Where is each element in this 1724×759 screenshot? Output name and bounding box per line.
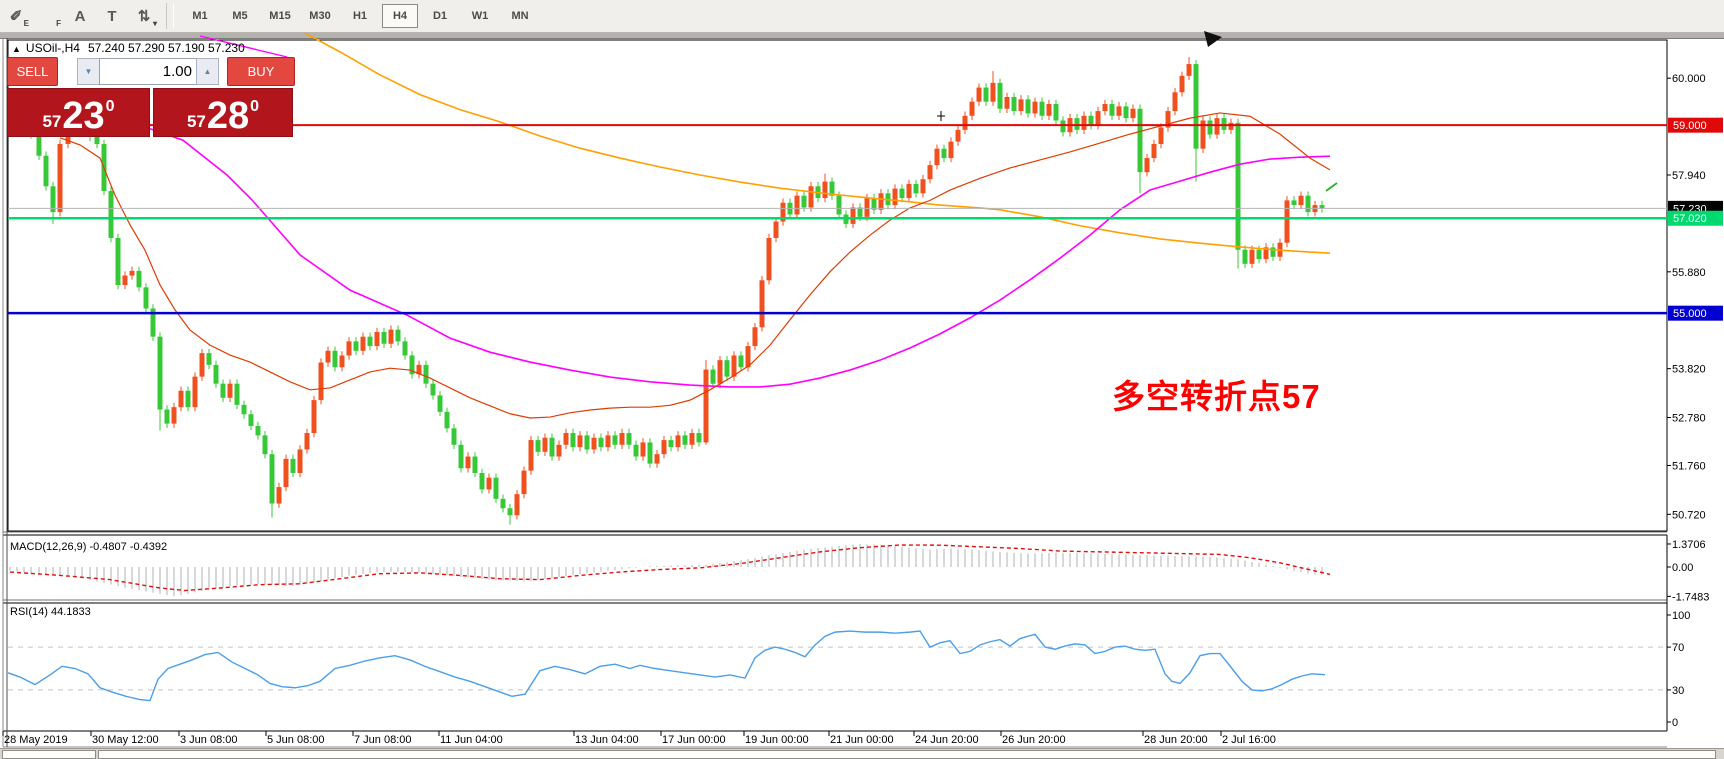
- svg-text:5 Jun 08:00: 5 Jun 08:00: [267, 734, 325, 746]
- svg-text:52.780: 52.780: [1672, 413, 1706, 425]
- chevron-down-icon: ▼: [85, 67, 93, 76]
- svg-text:2 Jul 16:00: 2 Jul 16:00: [1222, 734, 1276, 746]
- macd-pane: [10, 544, 1330, 596]
- collapse-triangle-icon[interactable]: ▲: [12, 44, 21, 54]
- macd-signal-line: [10, 545, 1330, 591]
- svg-text:70: 70: [1672, 642, 1684, 654]
- svg-text:59.000: 59.000: [1673, 120, 1707, 132]
- chevron-up-icon: ▲: [204, 67, 212, 76]
- svg-text:53.820: 53.820: [1672, 364, 1706, 376]
- macd-indicator-label: MACD(12,26,9) -0.4807 -0.4392: [10, 541, 167, 553]
- sell-price-point: 0: [106, 99, 115, 115]
- rsi-line: [8, 631, 1325, 701]
- volume-decrease-button[interactable]: ▼: [77, 58, 100, 85]
- buy-button[interactable]: BUY: [227, 57, 295, 86]
- svg-text:-1.7483: -1.7483: [1672, 591, 1709, 603]
- buy-price-whole: 57: [187, 113, 206, 130]
- svg-text:55.000: 55.000: [1673, 308, 1707, 320]
- svg-text:13 Jun 04:00: 13 Jun 04:00: [575, 734, 639, 746]
- svg-text:28 Jun 20:00: 28 Jun 20:00: [1144, 734, 1208, 746]
- quote-prices-row: 57 23 0 57 28 0: [7, 88, 293, 137]
- svg-text:30 May 12:00: 30 May 12:00: [92, 734, 159, 746]
- svg-text:57.940: 57.940: [1672, 170, 1706, 182]
- svg-text:21 Jun 00:00: 21 Jun 00:00: [830, 734, 894, 746]
- svg-text:26 Jun 20:00: 26 Jun 20:00: [1002, 734, 1066, 746]
- svg-text:30: 30: [1672, 685, 1684, 697]
- sell-price-pips: 23: [62, 99, 104, 133]
- svg-text:11 Jun 04:00: 11 Jun 04:00: [440, 734, 503, 746]
- chart-text-annotation: 多空转折点57: [1112, 370, 1321, 418]
- rsi-indicator-label: RSI(14) 44.1833: [10, 606, 91, 618]
- trade-controls-row: SELL ▼ ▲ BUY: [7, 57, 293, 84]
- ma-slow-orange: [305, 33, 1330, 253]
- svg-text:0.00: 0.00: [1672, 562, 1693, 574]
- svg-text:51.760: 51.760: [1672, 460, 1706, 472]
- svg-text:0: 0: [1672, 717, 1678, 729]
- svg-text:28 May 2019: 28 May 2019: [4, 734, 68, 746]
- svg-text:57.020: 57.020: [1673, 213, 1707, 225]
- arrow-object[interactable]: [1204, 31, 1222, 47]
- svg-text:1.3706: 1.3706: [1672, 539, 1706, 551]
- ohlc-values: 57.240 57.290 57.190 57.230: [88, 41, 245, 55]
- svg-text:7 Jun 08:00: 7 Jun 08:00: [354, 734, 412, 746]
- svg-text:19 Jun 00:00: 19 Jun 00:00: [745, 734, 809, 746]
- svg-text:3 Jun 08:00: 3 Jun 08:00: [180, 734, 238, 746]
- mt4-window: ✐E⿙FAT⇅▾ M1M5M15M30H1H4D1W1MN 60.00057.9…: [0, 0, 1724, 759]
- one-click-trading-panel: SELL ▼ ▲ BUY 57 23 0 57 28 0: [7, 55, 293, 137]
- svg-text:17 Jun 00:00: 17 Jun 00:00: [662, 734, 726, 746]
- sell-price-whole: 57: [42, 113, 61, 130]
- buy-price-box[interactable]: 57 28 0: [153, 88, 293, 137]
- sell-price-box[interactable]: 57 23 0: [7, 88, 150, 137]
- svg-text:50.720: 50.720: [1672, 509, 1706, 521]
- time-axis[interactable]: 28 May 2019 30 May 12:00 3 Jun 08:00 5 Jun …: [3, 731, 1276, 746]
- buy-price-pips: 28: [207, 99, 249, 133]
- symbol-label: USOil-,H4: [26, 41, 80, 55]
- buy-price-point: 0: [250, 99, 259, 115]
- volume-input[interactable]: [99, 58, 198, 85]
- chart-header: ▲ USOil-,H4 57.240 57.290 57.190 57.230: [12, 41, 245, 55]
- green-mark-object[interactable]: [1326, 183, 1337, 191]
- svg-text:60.000: 60.000: [1672, 73, 1706, 85]
- svg-text:24 Jun 20:00: 24 Jun 20:00: [915, 734, 979, 746]
- price-axis[interactable]: 60.000 57.940 55.880 53.820 52.780 51.760 50.7…: [1667, 73, 1723, 729]
- ma-mid-magenta: [148, 128, 1330, 387]
- volume-increase-button[interactable]: ▲: [196, 58, 219, 85]
- svg-text:55.880: 55.880: [1672, 267, 1706, 279]
- rsi-pane: [8, 631, 1667, 701]
- svg-text:100: 100: [1672, 610, 1690, 622]
- sell-button[interactable]: SELL: [7, 57, 58, 86]
